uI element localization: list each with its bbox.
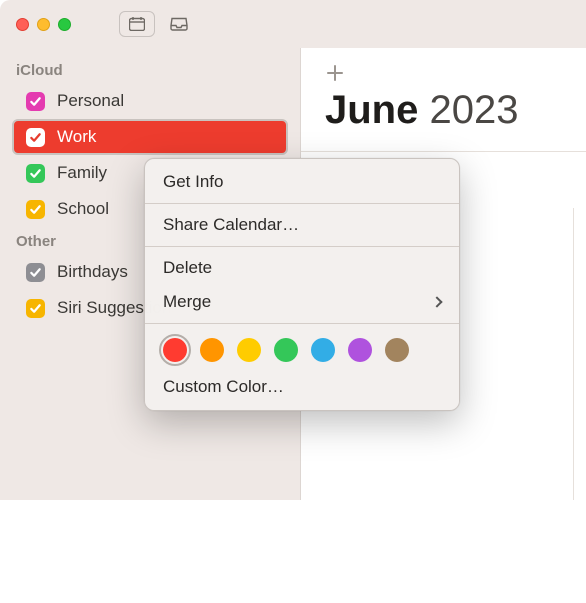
color-swatch[interactable] <box>385 338 409 362</box>
calendar-label: School <box>57 199 109 219</box>
add-event-button[interactable] <box>317 60 353 86</box>
plus-icon <box>326 64 344 82</box>
grid-divider <box>573 208 574 500</box>
calendar-item[interactable]: Work <box>12 119 288 155</box>
calendars-toggle-button[interactable] <box>119 11 155 37</box>
minimize-window-button[interactable] <box>37 18 50 31</box>
check-icon <box>29 95 42 108</box>
calendar-label: Family <box>57 163 107 183</box>
calendar-checkbox[interactable] <box>26 128 45 147</box>
color-picker-row <box>145 328 459 370</box>
inbox-button[interactable] <box>161 11 197 37</box>
menu-delete-label: Delete <box>163 258 212 278</box>
window-controls <box>16 18 71 31</box>
menu-delete[interactable]: Delete <box>145 251 459 285</box>
calendar-checkbox[interactable] <box>26 299 45 318</box>
menu-get-info[interactable]: Get Info <box>145 165 459 199</box>
menu-merge-label: Merge <box>163 292 211 312</box>
color-swatch[interactable] <box>348 338 372 362</box>
inbox-icon <box>170 17 188 31</box>
menu-separator <box>145 323 459 324</box>
close-window-button[interactable] <box>16 18 29 31</box>
menu-custom-color-label: Custom Color… <box>163 377 284 397</box>
check-icon <box>29 266 42 279</box>
calendar-checkbox[interactable] <box>26 92 45 111</box>
check-icon <box>29 302 42 315</box>
calendar-label: Birthdays <box>57 262 128 282</box>
calendar-item[interactable]: Personal <box>12 83 288 119</box>
menu-custom-color[interactable]: Custom Color… <box>145 370 459 404</box>
color-swatch[interactable] <box>237 338 261 362</box>
calendar-checkbox[interactable] <box>26 200 45 219</box>
menu-separator <box>145 203 459 204</box>
context-menu: Get Info Share Calendar… Delete Merge Cu… <box>144 158 460 411</box>
calendar-label: Personal <box>57 91 124 111</box>
check-icon <box>29 203 42 216</box>
color-swatch[interactable] <box>311 338 335 362</box>
calendar-label: Work <box>57 127 96 147</box>
calendar-checkbox[interactable] <box>26 263 45 282</box>
check-icon <box>29 131 42 144</box>
month-name: June <box>325 88 418 132</box>
color-swatch[interactable] <box>274 338 298 362</box>
color-swatch[interactable] <box>200 338 224 362</box>
chevron-right-icon <box>431 296 442 307</box>
menu-merge[interactable]: Merge <box>145 285 459 319</box>
menu-get-info-label: Get Info <box>163 172 223 192</box>
sidebar-section-header: iCloud <box>12 56 288 83</box>
titlebar <box>0 0 586 48</box>
color-swatch[interactable] <box>163 338 187 362</box>
menu-share-label: Share Calendar… <box>163 215 299 235</box>
maximize-window-button[interactable] <box>58 18 71 31</box>
toolbar-buttons <box>119 11 197 37</box>
calendar-checkbox[interactable] <box>26 164 45 183</box>
check-icon <box>29 167 42 180</box>
year: 2023 <box>429 88 518 132</box>
calendar-icon <box>129 17 145 31</box>
menu-separator <box>145 246 459 247</box>
menu-share-calendar[interactable]: Share Calendar… <box>145 208 459 242</box>
